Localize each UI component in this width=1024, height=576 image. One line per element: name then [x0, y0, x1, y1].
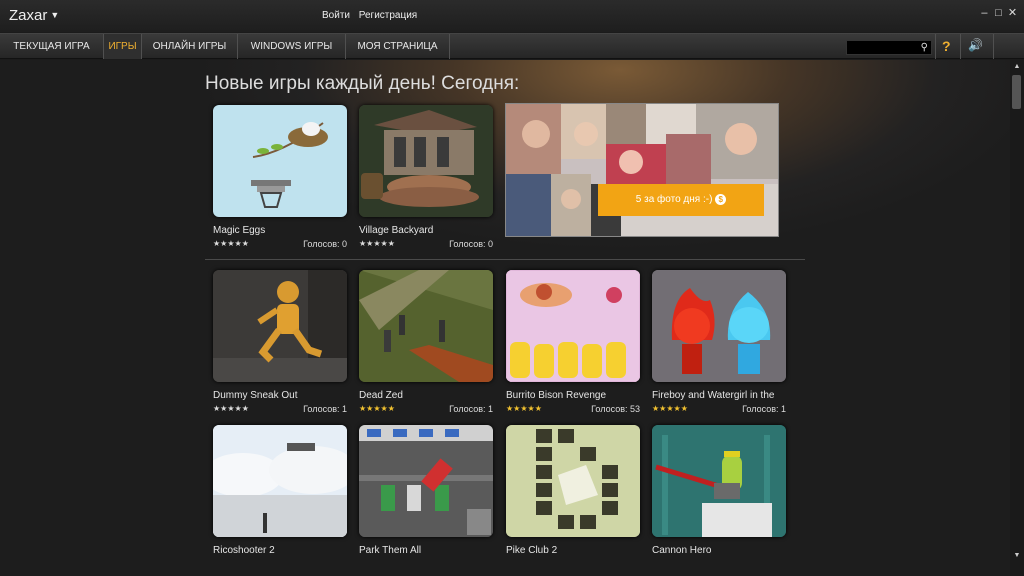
rating-stars[interactable]: ★★★★★ [359, 404, 395, 413]
tab-my-page[interactable]: МОЯ СТРАНИЦА [346, 34, 450, 59]
fireboy-watergirl-artwork [652, 270, 786, 382]
app-menu[interactable]: Zaxar ▼ [9, 7, 59, 24]
divider [960, 34, 961, 59]
game-meta: ★★★★★ Голосов: 53 [506, 404, 640, 416]
dummy-sneak-out-artwork [213, 270, 347, 382]
game-thumbnail[interactable] [506, 270, 640, 382]
game-thumbnail[interactable] [213, 425, 347, 537]
game-meta: ★★★★★ Голосов: 1 [652, 404, 786, 416]
help-button[interactable]: ? [942, 38, 951, 54]
window-controls: – □ ✕ [979, 6, 1018, 19]
game-card[interactable]: Dead Zed ★★★★★ Голосов: 1 [359, 270, 493, 416]
coin-icon: $ [715, 194, 727, 205]
photo-of-day-banner[interactable]: 5 за фото дня :-) $ [505, 103, 779, 237]
register-link[interactable]: Регистрация [359, 10, 417, 21]
game-thumbnail[interactable] [359, 270, 493, 382]
promo-text: 5 за фото дня :-) [635, 194, 713, 205]
rating-stars[interactable]: ★★★★★ [213, 404, 249, 413]
sound-icon[interactable]: 🔊 [968, 38, 983, 52]
tab-online-games[interactable]: ОНЛАЙН ИГРЫ [142, 34, 238, 59]
rating-stars[interactable]: ★★★★★ [506, 404, 542, 413]
burrito-bison-artwork [506, 270, 640, 382]
game-title[interactable]: Cannon Hero [652, 545, 786, 556]
tab-current-game[interactable]: ТЕКУЩАЯ ИГРА [0, 34, 104, 59]
vote-count: Голосов: 0 [303, 239, 347, 249]
rating-stars[interactable]: ★★★★★ [359, 239, 395, 248]
vote-count: Голосов: 53 [591, 404, 640, 414]
cannon-hero-artwork [652, 425, 786, 537]
promo-button[interactable]: 5 за фото дня :-) $ [598, 184, 764, 216]
game-card[interactable]: Burrito Bison Revenge ★★★★★ Голосов: 53 [506, 270, 640, 416]
game-title[interactable]: Dummy Sneak Out [213, 390, 347, 401]
divider [935, 34, 936, 59]
game-title[interactable]: Magic Eggs [213, 225, 347, 236]
game-meta: ★★★★★ Голосов: 1 [359, 404, 493, 416]
game-card[interactable]: Cannon Hero [652, 425, 786, 556]
page-title: Новые игры каждый день! Сегодня: [205, 73, 520, 94]
divider [993, 34, 994, 59]
game-meta: ★★★★★ Голосов: 0 [359, 239, 493, 251]
login-link[interactable]: Войти [322, 10, 350, 21]
search-icon[interactable]: ⚲ [921, 42, 928, 53]
game-title[interactable]: Fireboy and Watergirl in the [652, 390, 786, 401]
game-title[interactable]: Burrito Bison Revenge [506, 390, 640, 401]
game-card[interactable]: Park Them All [359, 425, 493, 556]
game-title[interactable]: Park Them All [359, 545, 493, 556]
game-meta: ★★★★★ Голосов: 1 [213, 404, 347, 416]
scroll-up-icon[interactable]: ▲ [1012, 63, 1022, 73]
game-thumbnail[interactable] [506, 425, 640, 537]
vote-count: Голосов: 1 [303, 404, 347, 414]
game-title[interactable]: Ricoshooter 2 [213, 545, 347, 556]
game-card[interactable]: Dummy Sneak Out ★★★★★ Голосов: 1 [213, 270, 347, 416]
game-card[interactable]: Village Backyard ★★★★★ Голосов: 0 [359, 105, 493, 251]
tab-windows-games[interactable]: WINDOWS ИГРЫ [238, 34, 346, 59]
game-title[interactable]: Pike Club 2 [506, 545, 640, 556]
auth-links: Войти Регистрация [322, 10, 423, 21]
photo-collage [506, 104, 778, 236]
title-bar: Zaxar ▼ Войти Регистрация – □ ✕ [0, 0, 1024, 32]
village-backyard-artwork [359, 105, 493, 217]
game-card[interactable]: Fireboy and Watergirl in the ★★★★★ Голос… [652, 270, 786, 416]
vertical-scrollbar[interactable]: ▲ ▼ [1010, 60, 1024, 576]
game-thumbnail[interactable] [359, 105, 493, 217]
magic-eggs-artwork [251, 122, 328, 208]
game-card[interactable]: Pike Club 2 [506, 425, 640, 556]
vote-count: Голосов: 0 [449, 239, 493, 249]
section-divider [205, 259, 805, 260]
game-thumbnail[interactable] [213, 105, 347, 217]
game-card[interactable]: Magic Eggs ★★★★★ Голосов: 0 [213, 105, 347, 251]
vote-count: Голосов: 1 [449, 404, 493, 414]
scrollbar-thumb[interactable] [1012, 75, 1021, 109]
chevron-down-icon: ▼ [50, 10, 60, 20]
maximize-icon[interactable]: □ [993, 7, 1004, 19]
tab-games[interactable]: ИГРЫ [104, 34, 142, 59]
search-input[interactable]: ⚲ [846, 40, 932, 55]
main-nav: ТЕКУЩАЯ ИГРА ИГРЫ ОНЛАЙН ИГРЫ WINDOWS ИГ… [0, 33, 1024, 59]
rating-stars[interactable]: ★★★★★ [213, 239, 249, 248]
rating-stars[interactable]: ★★★★★ [652, 404, 688, 413]
app-title: Zaxar [9, 7, 48, 24]
games-content: Новые игры каждый день! Сегодня: Magic E… [0, 60, 1010, 576]
game-thumbnail[interactable] [652, 425, 786, 537]
game-thumbnail[interactable] [652, 270, 786, 382]
dead-zed-artwork [359, 270, 493, 382]
ricoshooter-artwork [213, 425, 347, 537]
game-title[interactable]: Village Backyard [359, 225, 493, 236]
game-card[interactable]: Ricoshooter 2 [213, 425, 347, 556]
pike-club-artwork [506, 425, 640, 537]
park-them-all-artwork [359, 425, 493, 537]
game-meta: ★★★★★ Голосов: 0 [213, 239, 347, 251]
minimize-icon[interactable]: – [979, 7, 990, 19]
game-title[interactable]: Dead Zed [359, 390, 493, 401]
scroll-down-icon[interactable]: ▼ [1012, 552, 1022, 562]
game-thumbnail[interactable] [359, 425, 493, 537]
vote-count: Голосов: 1 [742, 404, 786, 414]
game-thumbnail[interactable] [213, 270, 347, 382]
close-icon[interactable]: ✕ [1007, 6, 1018, 19]
